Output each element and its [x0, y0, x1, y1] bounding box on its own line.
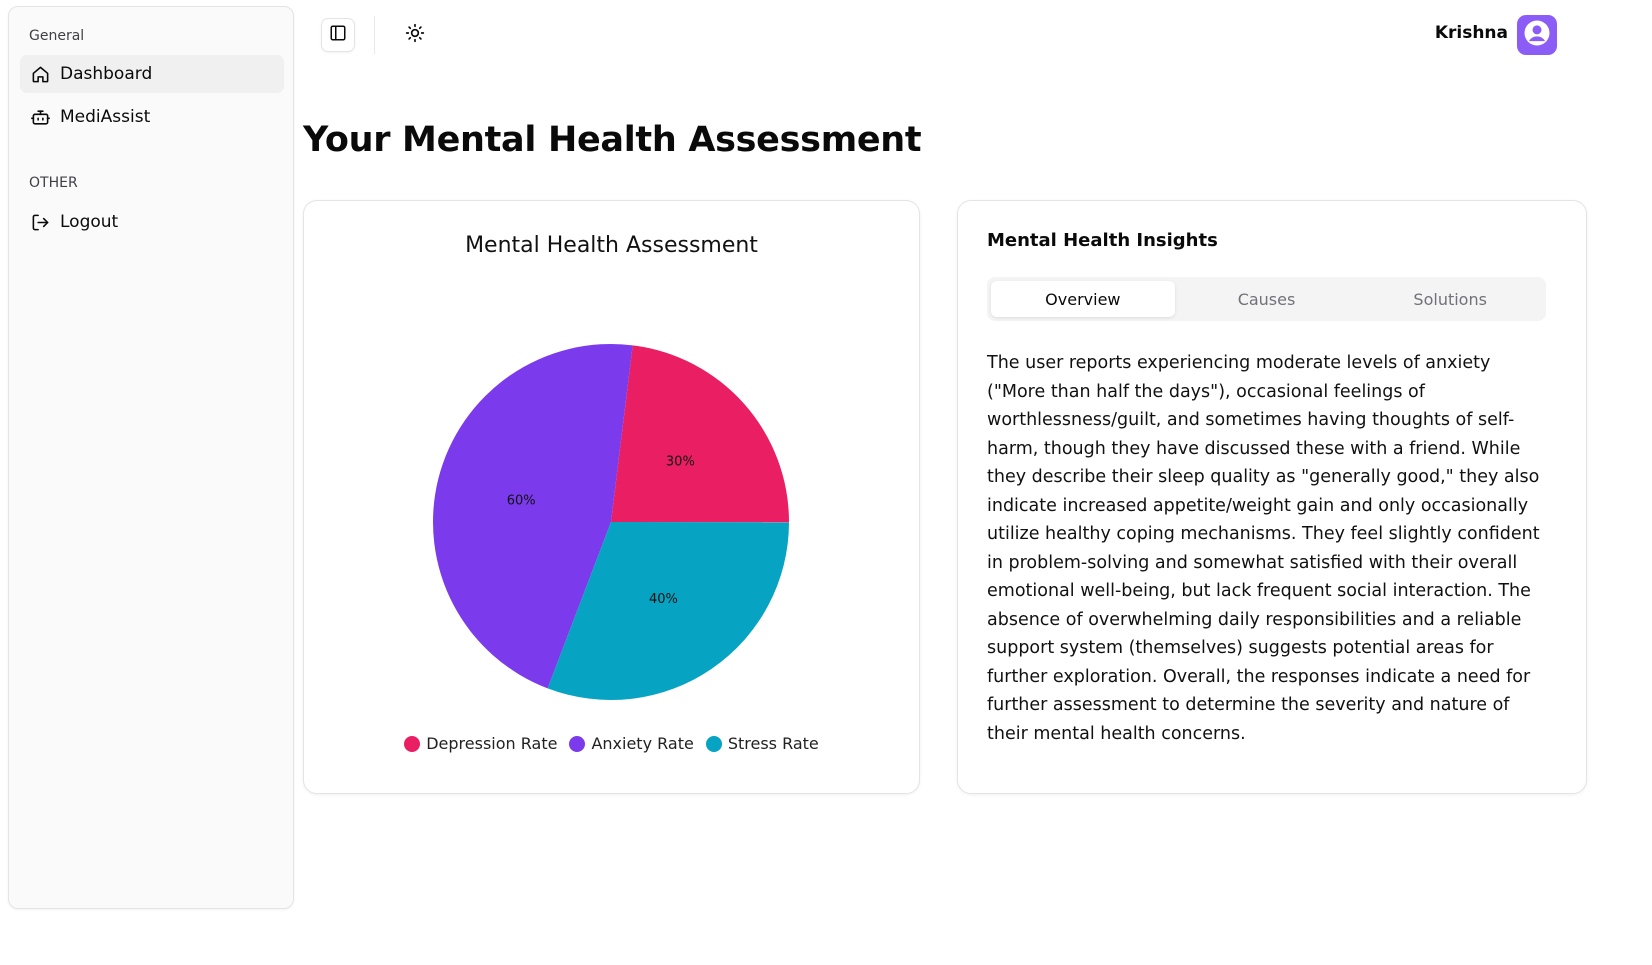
sidebar-item-dashboard[interactable]: Dashboard [20, 55, 284, 93]
sidebar-group-general: General [29, 28, 85, 44]
panel-left-icon [329, 24, 347, 46]
user-icon [1522, 18, 1552, 52]
sidebar-item-logout[interactable]: Logout [20, 203, 284, 241]
user-name: Krishna [1434, 23, 1508, 43]
bot-icon [30, 107, 50, 127]
theme-toggle-button[interactable] [398, 18, 432, 52]
insights-tabs: Overview Causes Solutions [987, 277, 1546, 321]
chart-title: Mental Health Assessment [465, 233, 758, 258]
pie-chart: 30% 60% 40% [433, 343, 789, 700]
tab-solutions[interactable]: Solutions [1358, 281, 1542, 317]
insights-overview-text: The user reports experiencing moderate l… [987, 353, 1540, 744]
pie-data-label: 60% [507, 494, 536, 509]
pie-slice-depression[interactable] [611, 345, 789, 523]
sidebar-item-label: Dashboard [60, 64, 153, 84]
legend-label: Depression Rate [426, 734, 558, 753]
sidebar-item-label: Logout [60, 212, 119, 232]
legend-swatch [705, 735, 722, 752]
legend-item-anxiety[interactable]: Anxiety Rate [569, 734, 694, 753]
legend-label: Anxiety Rate [591, 734, 694, 753]
tab-causes[interactable]: Causes [1175, 281, 1359, 317]
legend-item-depression[interactable]: Depression Rate [404, 734, 557, 753]
sun-icon [405, 23, 425, 47]
assessment-chart-card: Mental Health Assessment 30% 60% 40% Depre… [303, 200, 920, 794]
sidebar-toggle-button[interactable] [321, 18, 355, 52]
home-icon [30, 64, 50, 84]
avatar[interactable] [1517, 15, 1557, 55]
page-title: Your Mental Health Assessment [303, 120, 922, 160]
sidebar-group-other: OTHER [29, 175, 78, 191]
sidebar-item-mediassist[interactable]: MediAssist [20, 98, 284, 136]
legend-swatch [569, 735, 586, 752]
insights-card: Mental Health Insights Overview Causes S… [957, 200, 1587, 794]
pie-slice-anxiety[interactable] [433, 343, 633, 689]
pie-data-label: 40% [649, 592, 678, 607]
pie-data-label: 30% [666, 455, 695, 470]
legend-swatch [404, 735, 421, 752]
sidebar-item-label: MediAssist [60, 107, 151, 127]
tab-overview[interactable]: Overview [991, 281, 1175, 317]
toolbar-divider [374, 16, 375, 54]
chart-legend: Depression Rate Anxiety Rate Stress Rate [304, 734, 919, 753]
sidebar: General Dashboard MediAssist OTHER Logou… [8, 6, 294, 909]
legend-label: Stress Rate [727, 734, 819, 753]
insights-title: Mental Health Insights [987, 230, 1218, 251]
logout-icon [30, 212, 50, 232]
legend-item-stress[interactable]: Stress Rate [705, 734, 819, 753]
pie-slice-stress[interactable] [547, 522, 789, 700]
